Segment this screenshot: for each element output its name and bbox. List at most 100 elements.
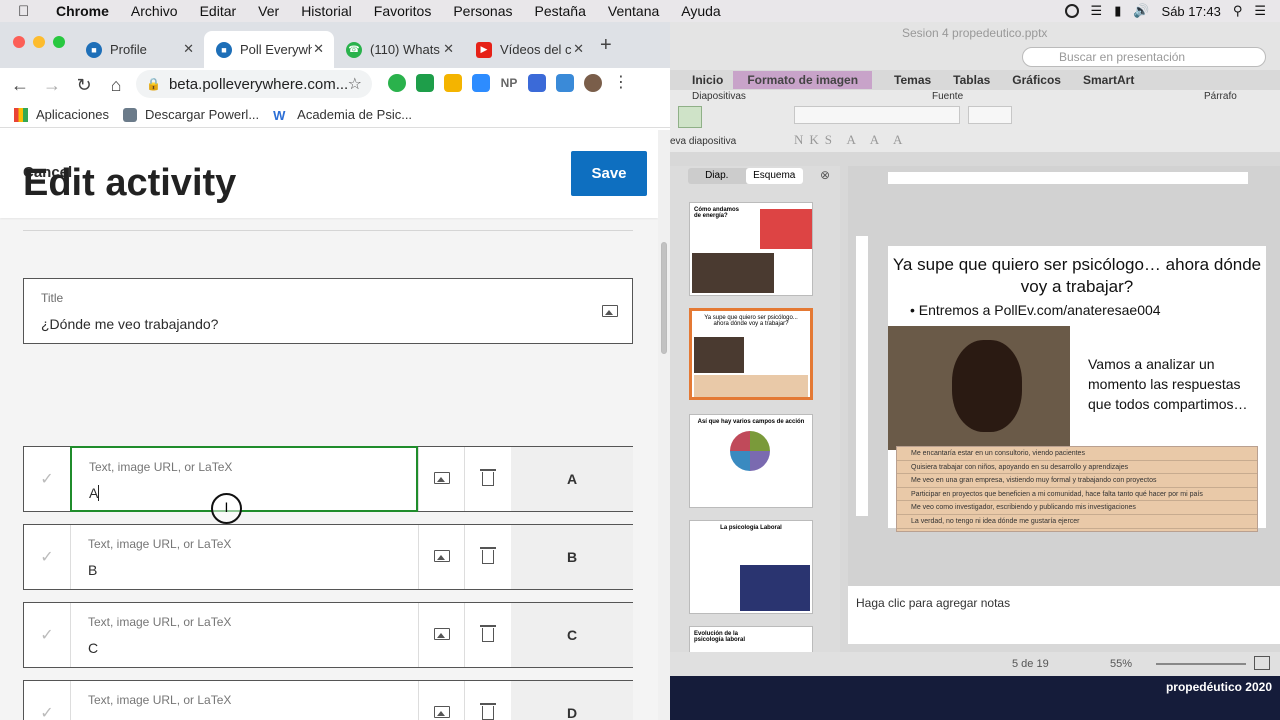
notes-pane[interactable]: Haga clic para agregar notas — [848, 586, 1280, 644]
ribbon-tab-temas[interactable]: Temas — [894, 73, 931, 87]
menu-historial[interactable]: Historial — [301, 3, 352, 19]
option-image-button[interactable] — [418, 447, 464, 511]
classroom-icon[interactable] — [416, 74, 434, 92]
menu-ayuda[interactable]: Ayuda — [681, 3, 720, 19]
ribbon-tab-graficos[interactable]: Gráficos — [1012, 73, 1061, 87]
menu-list-icon[interactable]: ☰ — [1254, 3, 1266, 19]
option-input[interactable]: Text, image URL, or LaTeX B — [70, 525, 418, 589]
option-input[interactable]: Text, image URL, or LaTeX A — [70, 446, 418, 512]
bookmark-academia[interactable]: W Academia de Psic... — [273, 107, 412, 123]
slide[interactable]: Ya supe que quiero ser psicólogo… ahora … — [888, 246, 1266, 532]
record-icon[interactable] — [1064, 4, 1079, 18]
minimize-window-button[interactable] — [33, 36, 45, 48]
menu-archivo[interactable]: Archivo — [131, 3, 178, 19]
close-window-button[interactable] — [13, 36, 25, 48]
menu-ver[interactable]: Ver — [258, 3, 279, 19]
address-bar[interactable]: 🔒 beta.polleverywhere.com... ☆ — [136, 70, 372, 98]
home-icon[interactable]: ⌂ — [104, 75, 128, 96]
font-format-buttons[interactable]: NKS A A A — [794, 132, 908, 148]
new-tab-icon[interactable]: + — [600, 34, 612, 57]
forward-icon[interactable]: → — [40, 75, 64, 96]
scrollbar-thumb[interactable] — [661, 242, 667, 354]
check-icon[interactable]: ✓ — [24, 447, 70, 511]
drive-icon[interactable] — [444, 74, 462, 92]
option-image-button[interactable] — [418, 603, 464, 667]
pane-tab-diap[interactable]: Diap. — [688, 168, 746, 184]
slide-text[interactable]: Vamos a analizar un momento las respuest… — [1088, 354, 1258, 414]
option-delete-button[interactable] — [464, 525, 510, 589]
ribbon-tab-smartart[interactable]: SmartArt — [1083, 73, 1134, 87]
slide-thumbnail[interactable]: Así que hay varios campos de acción — [689, 414, 813, 508]
close-tab-icon[interactable]: ✕ — [573, 41, 584, 57]
ribbon-tab-formato-imagen[interactable]: Formato de imagen — [733, 71, 873, 89]
slide-title[interactable]: Ya supe que quiero ser psicólogo… ahora … — [888, 254, 1266, 298]
menu-chrome[interactable]: Chrome — [56, 3, 109, 19]
slide-thumbnail[interactable]: La psicología Laboral — [689, 520, 813, 614]
zoom-level[interactable]: 55% — [1110, 658, 1132, 670]
close-tab-icon[interactable]: ✕ — [313, 41, 324, 57]
bookmark-powerpoint[interactable]: Descargar Powerl... — [123, 107, 259, 122]
zoom-icon[interactable] — [472, 74, 490, 92]
back-icon[interactable]: ← — [8, 75, 32, 96]
check-icon[interactable]: ✓ — [24, 525, 70, 589]
reload-icon[interactable]: ↻ — [72, 75, 96, 96]
slide-table[interactable]: Me encantaría estar en un consultorio, v… — [896, 446, 1258, 532]
ribbon-tab-tablas[interactable]: Tablas — [953, 73, 990, 87]
extension-green-icon[interactable] — [388, 74, 406, 92]
clock[interactable]: Sáb 17:43 — [1162, 4, 1221, 19]
slide-photo[interactable] — [888, 326, 1070, 450]
option-delete-button[interactable] — [464, 447, 510, 511]
title-value[interactable]: ¿Dónde me veo trabajando? — [41, 316, 218, 332]
close-tab-icon[interactable]: ✕ — [183, 41, 194, 57]
extension-blue-icon[interactable] — [528, 74, 546, 92]
ppt-search-input[interactable]: Buscar en presentación — [1022, 47, 1266, 67]
tab-profile[interactable]: ■ Profile ✕ — [74, 31, 204, 68]
close-tab-icon[interactable]: ✕ — [443, 41, 454, 57]
search-icon[interactable]: ⚲ — [1233, 3, 1243, 19]
option-input[interactable]: Text, image URL, or LaTeX — [70, 681, 418, 720]
option-input[interactable]: Text, image URL, or LaTeX C — [70, 603, 418, 667]
save-button[interactable]: Save — [571, 151, 647, 196]
bookmark-apps[interactable]: Aplicaciones — [14, 107, 109, 122]
slide-thumbnail-selected[interactable]: Ya supe que quiero ser psicólogo... ahor… — [689, 308, 813, 400]
option-delete-button[interactable] — [464, 603, 510, 667]
image-icon[interactable] — [602, 305, 618, 317]
volume-icon[interactable]: 🔊 — [1133, 3, 1149, 19]
slide-bullet[interactable]: • Entremos a PollEv.com/anateresae004 — [910, 302, 1161, 318]
tab-youtube[interactable]: ▶ Vídeos del canal ✕ — [464, 31, 594, 68]
tab-poll-everywhere[interactable]: ■ Poll Everywhere ✕ — [204, 31, 334, 68]
new-slide-label[interactable]: eva diapositiva — [670, 136, 736, 147]
menu-personas[interactable]: Personas — [453, 3, 512, 19]
check-icon[interactable]: ✓ — [24, 603, 70, 667]
ribbon-tab-inicio[interactable]: Inicio — [692, 73, 723, 87]
check-icon[interactable]: ✓ — [24, 681, 70, 720]
close-pane-icon[interactable]: ⊗ — [820, 168, 830, 182]
font-size-select[interactable] — [968, 106, 1012, 124]
bookmark-star-icon[interactable]: ☆ — [348, 74, 362, 94]
apple-menu-icon[interactable]:  — [18, 3, 38, 20]
menu-pestana[interactable]: Pestaña — [535, 3, 586, 19]
option-value[interactable]: C — [88, 640, 98, 656]
option-value[interactable]: A — [89, 485, 98, 501]
menu-editar[interactable]: Editar — [200, 3, 237, 19]
slide-thumbnail[interactable]: Cómo andamos de energía? — [689, 202, 813, 296]
option-image-button[interactable] — [418, 525, 464, 589]
option-image-button[interactable] — [418, 681, 464, 720]
profile-avatar[interactable] — [584, 74, 602, 92]
menu-ventana[interactable]: Ventana — [608, 3, 659, 19]
pen-extension-icon[interactable] — [556, 74, 574, 92]
font-name-select[interactable] — [794, 106, 960, 124]
option-value[interactable]: B — [88, 562, 97, 578]
np-extension-icon[interactable]: NP — [500, 74, 518, 92]
zoom-window-button[interactable] — [53, 36, 65, 48]
title-field[interactable]: Title ¿Dónde me veo trabajando? — [23, 278, 633, 344]
wifi-icon[interactable]: ☰ — [1091, 3, 1103, 19]
page-scrollbar[interactable] — [658, 130, 670, 720]
option-delete-button[interactable] — [464, 681, 510, 720]
more-menu-icon[interactable]: ⋮ — [612, 74, 630, 92]
new-slide-icon[interactable] — [678, 106, 702, 128]
fit-window-icon[interactable] — [1254, 656, 1270, 670]
pane-tab-esquema[interactable]: Esquema — [745, 168, 803, 184]
zoom-slider[interactable] — [1156, 663, 1246, 665]
menu-favoritos[interactable]: Favoritos — [374, 3, 432, 19]
